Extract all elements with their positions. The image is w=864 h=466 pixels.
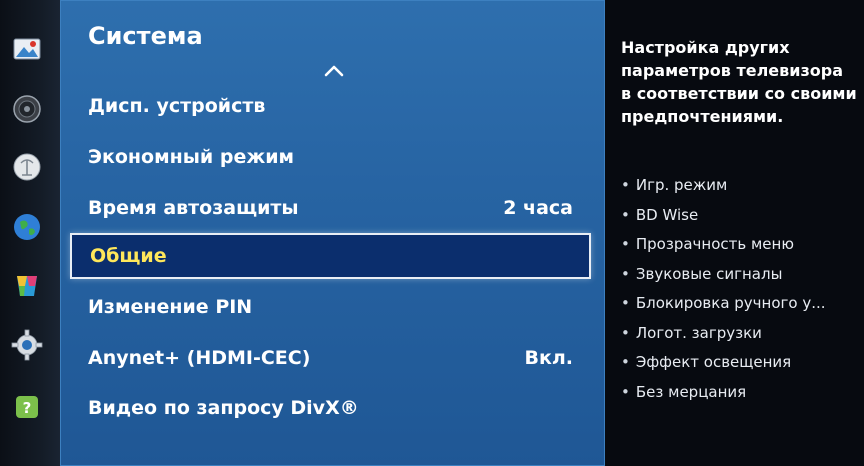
menu-item-label: Anynet+ (HDMI-CEC) [88,347,311,369]
help-submenu-list: • Игр. режим • BD Wise • Прозрачность меню … [621,174,857,410]
support-icon[interactable]: ? [10,390,44,424]
menu-item-device-display[interactable]: Дисп. устройств [60,83,605,129]
list-item: • Блокировка ручного у... [621,294,826,312]
menu-item-anynet[interactable]: Anynet+ (HDMI-CEC) Вкл. [60,335,605,381]
bullet: • [621,264,630,283]
menu-item-label: Экономный режим [88,146,295,168]
bullet: • [621,382,630,401]
chevron-up-icon[interactable] [323,62,345,78]
help-description: Настройка других параметров телевизора в… [621,38,857,126]
bullet: • [621,176,630,194]
menu-item-label: Видео по запросу DivX® [88,397,359,419]
menu-item-general[interactable]: Общие [70,233,591,279]
system-menu-panel: Система Дисп. устройств Экономный режим … [60,0,605,466]
network-icon[interactable] [10,210,44,244]
list-item: • Логот. загрузки [621,323,762,342]
list-item: • Звуковые сигналы [621,264,783,283]
menu-item-eco-mode[interactable]: Экономный режим [60,134,605,180]
page-title: Система [88,22,203,50]
bullet: • [621,294,630,312]
list-item: • Прозрачность меню [621,235,794,253]
menu-item-auto-protection-time[interactable]: Время автозащиты 2 часа [60,185,605,231]
menu-item-divx-vod[interactable]: Видео по запросу DivX® [60,385,605,431]
system-gear-icon[interactable] [10,328,44,362]
menu-item-value: 2 часа [503,197,573,219]
menu-icon-rail: ? [0,0,60,466]
list-item: • Без мерцания [621,382,747,401]
list-item: • BD Wise [621,205,699,224]
sound-icon[interactable] [10,92,44,126]
menu-item-label: Время автозащиты [88,197,299,219]
bullet: • [621,353,630,371]
menu-item-label: Общие [90,245,167,267]
bullet: • [621,323,630,342]
help-info-panel: Настройка других параметров телевизора в… [605,0,864,466]
svg-text:?: ? [23,399,32,417]
bullet: • [621,235,630,253]
picture-icon[interactable] [10,32,44,66]
bullet: • [621,205,630,224]
broadcast-icon[interactable] [10,150,44,184]
menu-item-value: Вкл. [524,347,573,369]
menu-item-label: Изменение PIN [88,296,253,318]
smart-hub-icon[interactable] [10,268,44,302]
list-item: • Эффект освещения [621,353,792,371]
menu-item-label: Дисп. устройств [88,95,266,117]
menu-item-change-pin[interactable]: Изменение PIN [60,284,605,330]
list-item: • Игр. режим [621,176,728,194]
